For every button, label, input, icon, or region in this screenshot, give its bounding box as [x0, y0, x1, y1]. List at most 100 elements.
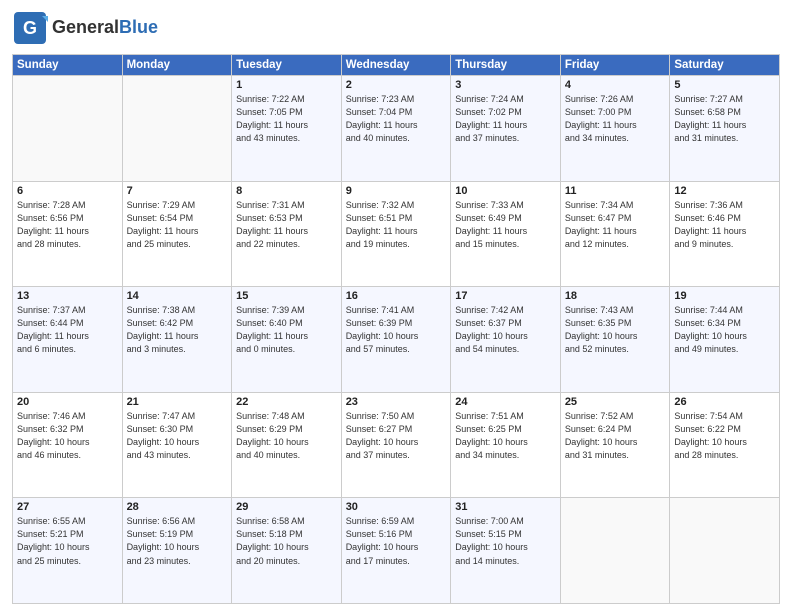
- day-number: 30: [346, 501, 447, 513]
- calendar-day-cell: 27 Sunrise: 6:55 AM Sunset: 5:21 PM Dayli…: [13, 498, 123, 604]
- calendar-day-cell: 21 Sunrise: 7:47 AM Sunset: 6:30 PM Dayli…: [122, 392, 232, 498]
- calendar-day-cell: 29 Sunrise: 6:58 AM Sunset: 5:18 PM Dayli…: [232, 498, 342, 604]
- calendar-day-cell: 1 Sunrise: 7:22 AM Sunset: 7:05 PM Daylig…: [232, 76, 342, 182]
- calendar-day-cell: 18 Sunrise: 7:43 AM Sunset: 6:35 PM Dayli…: [560, 287, 670, 393]
- day-number: 13: [17, 290, 118, 302]
- day-number: 26: [674, 396, 775, 408]
- day-number: 15: [236, 290, 337, 302]
- day-info: Sunrise: 7:43 AM Sunset: 6:35 PM Dayligh…: [565, 304, 666, 356]
- day-info: Sunrise: 7:29 AM Sunset: 6:54 PM Dayligh…: [127, 199, 228, 251]
- empty-calendar-cell: [122, 76, 232, 182]
- calendar-container: G GeneralBlue SundayMondayTuesdayWednesd…: [0, 0, 792, 612]
- day-number: 9: [346, 185, 447, 197]
- day-number: 4: [565, 79, 666, 91]
- day-info: Sunrise: 7:50 AM Sunset: 6:27 PM Dayligh…: [346, 410, 447, 462]
- calendar-day-cell: 30Sunrise: 6:59 AM Sunset: 5:16 PM Dayli…: [341, 498, 451, 604]
- day-number: 21: [127, 396, 228, 408]
- day-number: 27: [17, 501, 118, 513]
- calendar-day-cell: 24 Sunrise: 7:51 AM Sunset: 6:25 PM Dayli…: [451, 392, 561, 498]
- day-info: Sunrise: 7:51 AM Sunset: 6:25 PM Dayligh…: [455, 410, 556, 462]
- day-number: 28: [127, 501, 228, 513]
- weekday-header: Friday: [560, 55, 670, 76]
- calendar-day-cell: 28 Sunrise: 6:56 AM Sunset: 5:19 PM Dayli…: [122, 498, 232, 604]
- logo-blue: Blue: [119, 17, 158, 37]
- calendar-day-cell: 10 Sunrise: 7:33 AM Sunset: 6:49 PM Dayli…: [451, 181, 561, 287]
- day-info: Sunrise: 7:38 AM Sunset: 6:42 PM Dayligh…: [127, 304, 228, 356]
- day-info: Sunrise: 7:37 AM Sunset: 6:44 PM Dayligh…: [17, 304, 118, 356]
- day-info: Sunrise: 6:56 AM Sunset: 5:19 PM Dayligh…: [127, 515, 228, 567]
- day-info: Sunrise: 7:47 AM Sunset: 6:30 PM Dayligh…: [127, 410, 228, 462]
- calendar-week-row: 27 Sunrise: 6:55 AM Sunset: 5:21 PM Dayli…: [13, 498, 780, 604]
- calendar-day-cell: 22 Sunrise: 7:48 AM Sunset: 6:29 PM Dayli…: [232, 392, 342, 498]
- day-info: Sunrise: 7:42 AM Sunset: 6:37 PM Dayligh…: [455, 304, 556, 356]
- day-info: Sunrise: 7:52 AM Sunset: 6:24 PM Dayligh…: [565, 410, 666, 462]
- day-info: Sunrise: 7:41 AM Sunset: 6:39 PM Dayligh…: [346, 304, 447, 356]
- day-number: 3: [455, 79, 556, 91]
- calendar-day-cell: 5 Sunrise: 7:27 AM Sunset: 6:58 PM Daylig…: [670, 76, 780, 182]
- logo-general: General: [52, 17, 119, 37]
- day-info: Sunrise: 7:34 AM Sunset: 6:47 PM Dayligh…: [565, 199, 666, 251]
- calendar-day-cell: 31Sunrise: 7:00 AM Sunset: 5:15 PM Dayli…: [451, 498, 561, 604]
- calendar-week-row: 6Sunrise: 7:28 AM Sunset: 6:56 PM Daylig…: [13, 181, 780, 287]
- day-info: Sunrise: 7:46 AM Sunset: 6:32 PM Dayligh…: [17, 410, 118, 462]
- day-info: Sunrise: 7:36 AM Sunset: 6:46 PM Dayligh…: [674, 199, 775, 251]
- calendar-day-cell: 9Sunrise: 7:32 AM Sunset: 6:51 PM Daylig…: [341, 181, 451, 287]
- calendar-day-cell: 17Sunrise: 7:42 AM Sunset: 6:37 PM Dayli…: [451, 287, 561, 393]
- calendar-day-cell: 26 Sunrise: 7:54 AM Sunset: 6:22 PM Dayli…: [670, 392, 780, 498]
- day-number: 11: [565, 185, 666, 197]
- calendar-day-cell: 7 Sunrise: 7:29 AM Sunset: 6:54 PM Daylig…: [122, 181, 232, 287]
- weekday-header: Wednesday: [341, 55, 451, 76]
- day-info: Sunrise: 7:33 AM Sunset: 6:49 PM Dayligh…: [455, 199, 556, 251]
- day-number: 25: [565, 396, 666, 408]
- calendar-day-cell: 6Sunrise: 7:28 AM Sunset: 6:56 PM Daylig…: [13, 181, 123, 287]
- empty-calendar-cell: [13, 76, 123, 182]
- day-info: Sunrise: 7:28 AM Sunset: 6:56 PM Dayligh…: [17, 199, 118, 251]
- calendar-day-cell: 14 Sunrise: 7:38 AM Sunset: 6:42 PM Dayli…: [122, 287, 232, 393]
- calendar-day-cell: 13 Sunrise: 7:37 AM Sunset: 6:44 PM Dayli…: [13, 287, 123, 393]
- calendar-day-cell: 15 Sunrise: 7:39 AM Sunset: 6:40 PM Dayli…: [232, 287, 342, 393]
- day-info: Sunrise: 7:24 AM Sunset: 7:02 PM Dayligh…: [455, 93, 556, 145]
- day-info: Sunrise: 7:44 AM Sunset: 6:34 PM Dayligh…: [674, 304, 775, 356]
- calendar-day-cell: 4Sunrise: 7:26 AM Sunset: 7:00 PM Daylig…: [560, 76, 670, 182]
- day-number: 5: [674, 79, 775, 91]
- day-number: 23: [346, 396, 447, 408]
- calendar-day-cell: 3 Sunrise: 7:24 AM Sunset: 7:02 PM Daylig…: [451, 76, 561, 182]
- day-info: Sunrise: 7:27 AM Sunset: 6:58 PM Dayligh…: [674, 93, 775, 145]
- logo-icon: G: [12, 10, 48, 46]
- day-info: Sunrise: 7:39 AM Sunset: 6:40 PM Dayligh…: [236, 304, 337, 356]
- calendar-day-cell: 16Sunrise: 7:41 AM Sunset: 6:39 PM Dayli…: [341, 287, 451, 393]
- day-number: 18: [565, 290, 666, 302]
- day-info: Sunrise: 7:48 AM Sunset: 6:29 PM Dayligh…: [236, 410, 337, 462]
- day-number: 8: [236, 185, 337, 197]
- empty-calendar-cell: [560, 498, 670, 604]
- day-number: 31: [455, 501, 556, 513]
- weekday-header: Sunday: [13, 55, 123, 76]
- day-info: Sunrise: 7:22 AM Sunset: 7:05 PM Dayligh…: [236, 93, 337, 145]
- day-number: 7: [127, 185, 228, 197]
- calendar-day-cell: 2 Sunrise: 7:23 AM Sunset: 7:04 PM Daylig…: [341, 76, 451, 182]
- day-number: 22: [236, 396, 337, 408]
- weekday-header: Saturday: [670, 55, 780, 76]
- calendar-header-row: SundayMondayTuesdayWednesdayThursdayFrid…: [13, 55, 780, 76]
- calendar-day-cell: 12Sunrise: 7:36 AM Sunset: 6:46 PM Dayli…: [670, 181, 780, 287]
- svg-text:G: G: [23, 18, 37, 38]
- day-info: Sunrise: 7:23 AM Sunset: 7:04 PM Dayligh…: [346, 93, 447, 145]
- weekday-header: Tuesday: [232, 55, 342, 76]
- weekday-header: Monday: [122, 55, 232, 76]
- calendar-day-cell: 11 Sunrise: 7:34 AM Sunset: 6:47 PM Dayli…: [560, 181, 670, 287]
- day-info: Sunrise: 6:58 AM Sunset: 5:18 PM Dayligh…: [236, 515, 337, 567]
- calendar-day-cell: 25 Sunrise: 7:52 AM Sunset: 6:24 PM Dayli…: [560, 392, 670, 498]
- day-number: 1: [236, 79, 337, 91]
- logo-text: GeneralBlue: [52, 18, 158, 38]
- day-number: 10: [455, 185, 556, 197]
- day-info: Sunrise: 7:54 AM Sunset: 6:22 PM Dayligh…: [674, 410, 775, 462]
- day-number: 2: [346, 79, 447, 91]
- day-number: 29: [236, 501, 337, 513]
- day-info: Sunrise: 6:55 AM Sunset: 5:21 PM Dayligh…: [17, 515, 118, 567]
- header: G GeneralBlue: [12, 10, 780, 46]
- calendar-week-row: 1 Sunrise: 7:22 AM Sunset: 7:05 PM Daylig…: [13, 76, 780, 182]
- day-number: 14: [127, 290, 228, 302]
- calendar-week-row: 20Sunrise: 7:46 AM Sunset: 6:32 PM Dayli…: [13, 392, 780, 498]
- calendar-day-cell: 19Sunrise: 7:44 AM Sunset: 6:34 PM Dayli…: [670, 287, 780, 393]
- day-number: 24: [455, 396, 556, 408]
